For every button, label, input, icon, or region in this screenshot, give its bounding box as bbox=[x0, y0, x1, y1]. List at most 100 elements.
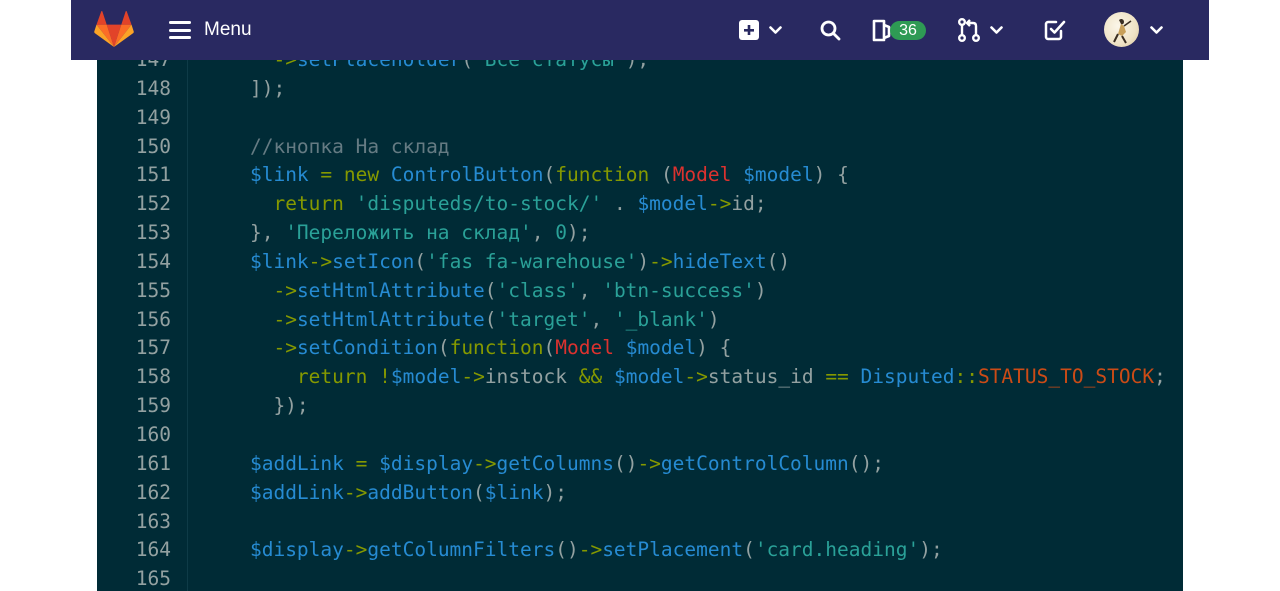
code-token: -> bbox=[273, 278, 297, 302]
code-token: () bbox=[766, 249, 791, 273]
code-token: ( bbox=[461, 60, 473, 71]
menu-label: Menu bbox=[204, 19, 252, 40]
code-token: hideText bbox=[672, 249, 767, 273]
line-number[interactable]: 160 bbox=[97, 421, 171, 450]
chevron-down-icon bbox=[990, 25, 1003, 34]
code-token: ( bbox=[543, 336, 556, 360]
code-token: getControlColumn bbox=[660, 451, 849, 475]
line-number[interactable]: 154 bbox=[97, 248, 171, 277]
issues-icon bbox=[872, 19, 891, 41]
code-token: ( bbox=[473, 480, 485, 504]
code-text: $display->getColumnFilters()->setPlaceme… bbox=[203, 536, 943, 565]
todos-count-badge[interactable]: 36 bbox=[890, 21, 926, 40]
line-number[interactable]: 156 bbox=[97, 306, 171, 335]
code-token: id; bbox=[731, 192, 767, 216]
code-token: instock bbox=[484, 365, 579, 389]
code-token: setHtmlAttribute bbox=[296, 278, 485, 302]
code-token: '_blank' bbox=[613, 307, 708, 331]
line-number[interactable]: 153 bbox=[97, 219, 171, 248]
line-number[interactable]: 148 bbox=[97, 75, 171, 104]
line-number[interactable]: 161 bbox=[97, 450, 171, 479]
create-new-dropdown[interactable] bbox=[739, 16, 782, 44]
code-token: ); bbox=[919, 538, 943, 562]
user-menu-chevron[interactable] bbox=[1150, 16, 1163, 44]
code-token: 0 bbox=[555, 221, 567, 245]
code-text: //кнопка На склад bbox=[203, 133, 450, 162]
code-token: setCondition bbox=[296, 336, 438, 360]
code-token: ( bbox=[414, 249, 427, 273]
top-navbar: Menu 36 bbox=[71, 0, 1209, 60]
code-token: $model bbox=[625, 336, 697, 360]
code-token: ); bbox=[626, 60, 649, 71]
code-token: ) bbox=[637, 249, 650, 273]
line-number[interactable]: 159 bbox=[97, 392, 171, 421]
line-number[interactable]: 147 bbox=[97, 60, 171, 75]
line-number[interactable]: 155 bbox=[97, 277, 171, 306]
code-token: 'class' bbox=[496, 278, 579, 302]
code-token: ); bbox=[543, 480, 567, 504]
code-token: 'fas fa-warehouse' bbox=[426, 249, 638, 273]
chevron-down-icon bbox=[1150, 25, 1163, 34]
user-avatar[interactable] bbox=[1104, 12, 1139, 47]
code-token: 'Переложить на склад' bbox=[285, 221, 532, 245]
line-number[interactable]: 149 bbox=[97, 104, 171, 133]
merge-request-icon bbox=[958, 18, 980, 42]
code-token: . bbox=[602, 192, 638, 216]
line-number[interactable]: 151 bbox=[97, 161, 171, 190]
code-token: Disputed bbox=[860, 365, 955, 389]
merge-requests-dropdown[interactable] bbox=[958, 16, 1003, 44]
avatar-image bbox=[1113, 18, 1132, 44]
line-number[interactable]: 164 bbox=[97, 536, 171, 565]
code-token: -> bbox=[273, 60, 296, 71]
line-number[interactable]: 157 bbox=[97, 334, 171, 363]
line-number[interactable]: 163 bbox=[97, 508, 171, 537]
code-text: $link->setIcon('fas fa-warehouse')->hide… bbox=[203, 248, 790, 277]
line-number[interactable]: 158 bbox=[97, 363, 171, 392]
menu-button[interactable]: Menu bbox=[169, 17, 252, 43]
code-token: return bbox=[273, 192, 344, 216]
code-token: ( bbox=[543, 163, 556, 187]
code-text: ->setPlaceholder('Все статусы'); bbox=[203, 60, 649, 75]
code-token: status_id bbox=[707, 365, 826, 389]
code-token: ( bbox=[743, 538, 755, 562]
code-text: ->setCondition(function(Model $model) { bbox=[203, 334, 731, 363]
code-token: () bbox=[555, 538, 579, 562]
code-token: , bbox=[590, 307, 614, 331]
line-number[interactable]: 152 bbox=[97, 190, 171, 219]
code-token: $link bbox=[249, 249, 309, 273]
code-text: return 'disputeds/to-stock/' . $model->i… bbox=[203, 190, 767, 219]
line-number[interactable]: 165 bbox=[97, 565, 171, 591]
plus-square-icon bbox=[739, 20, 759, 40]
search-button[interactable] bbox=[820, 16, 841, 44]
todo-checkbox-icon bbox=[1044, 20, 1066, 41]
line-number[interactable]: 150 bbox=[97, 133, 171, 162]
code-token: 'card.heading' bbox=[754, 538, 920, 562]
code-token: = bbox=[355, 451, 368, 475]
line-number[interactable]: 162 bbox=[97, 479, 171, 508]
gitlab-logo-icon[interactable] bbox=[94, 11, 134, 48]
todos-button[interactable] bbox=[1044, 16, 1066, 44]
code-token: STATUS_TO_STOCK bbox=[977, 365, 1155, 389]
code-token: ) { bbox=[696, 336, 732, 360]
issues-button[interactable] bbox=[871, 16, 891, 44]
code-token: -> bbox=[343, 538, 368, 562]
code-token: $display bbox=[249, 538, 344, 562]
code-token: -> bbox=[637, 451, 661, 475]
code-token: ) bbox=[707, 307, 720, 331]
code-text: $addLink = $display->getColumns()->getCo… bbox=[203, 450, 884, 479]
